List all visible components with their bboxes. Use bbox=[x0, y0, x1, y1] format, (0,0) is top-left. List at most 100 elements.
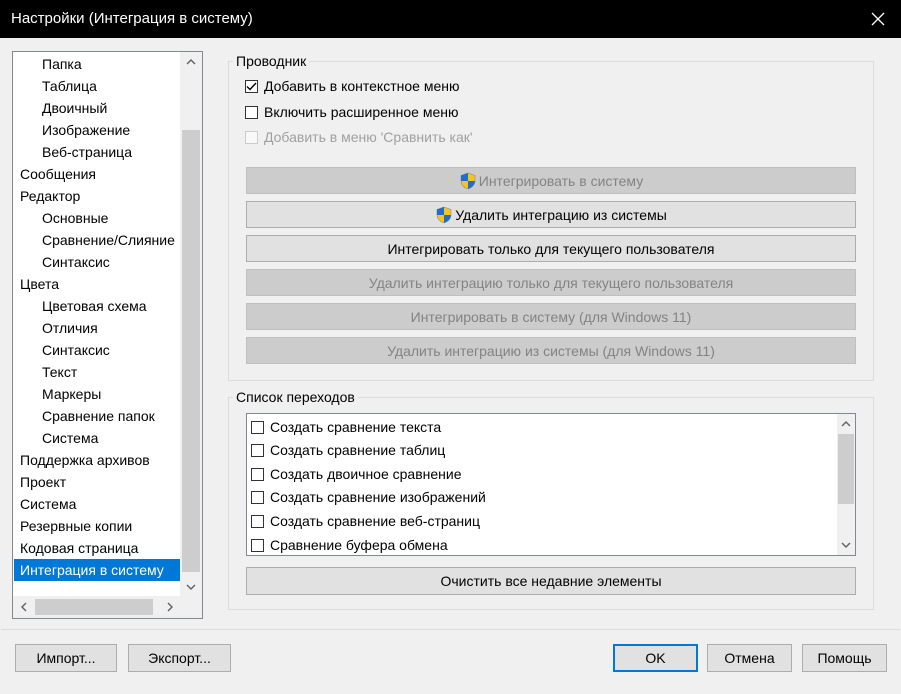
list-item[interactable]: Создать сравнение таблиц bbox=[251, 440, 445, 460]
ok-button[interactable]: OK bbox=[613, 644, 698, 672]
integrate-win11-button[interactable]: Интегрировать в систему (для Windows 11) bbox=[246, 303, 856, 330]
button-label: Удалить интеграцию из системы bbox=[455, 206, 667, 223]
option-label: Добавить в контекстное меню bbox=[264, 78, 460, 94]
export-button[interactable]: Экспорт... bbox=[128, 644, 231, 672]
button-label: Помощь bbox=[817, 650, 872, 666]
tree-item[interactable]: Система bbox=[42, 427, 98, 449]
tree-item[interactable]: Система bbox=[20, 493, 76, 515]
list-item-label: Создать сравнение таблиц bbox=[270, 442, 446, 458]
scroll-left-icon[interactable] bbox=[13, 597, 35, 617]
checkbox-icon[interactable] bbox=[245, 130, 258, 144]
clear-recent-button[interactable]: Очистить все недавние элементы bbox=[246, 567, 856, 595]
tree-item[interactable]: Маркеры bbox=[42, 383, 101, 405]
tree-vertical-scrollbar[interactable] bbox=[180, 52, 202, 597]
checkbox-icon[interactable] bbox=[251, 443, 264, 457]
checkbox-checked-icon[interactable] bbox=[245, 79, 258, 93]
tree-item[interactable]: Двоичный bbox=[42, 97, 107, 119]
scroll-down-icon[interactable] bbox=[837, 535, 855, 555]
scroll-right-icon[interactable] bbox=[159, 597, 181, 617]
tree-item[interactable]: Сравнение/Слияние bbox=[42, 229, 175, 251]
explorer-group-title: Проводник bbox=[233, 53, 310, 69]
tree-item[interactable]: Синтаксис bbox=[42, 251, 110, 273]
remove-integration-button[interactable]: Удалить интеграцию из системы bbox=[246, 201, 856, 228]
tree-item[interactable]: Текст bbox=[42, 361, 77, 383]
tree-item[interactable]: Изображение bbox=[42, 119, 130, 141]
button-label: Интегрировать только для текущего пользо… bbox=[387, 240, 715, 257]
title-bar: Настройки (Интеграция в систему) bbox=[0, 0, 901, 38]
button-label: Интегрировать в систему (для Windows 11) bbox=[410, 308, 692, 325]
list-item[interactable]: Создать сравнение веб-страниц bbox=[251, 511, 480, 531]
scroll-corner bbox=[180, 596, 202, 618]
checkbox-icon[interactable] bbox=[251, 538, 264, 552]
tree-hscroll-thumb[interactable] bbox=[35, 599, 153, 615]
button-label: Отмена bbox=[724, 650, 775, 666]
option-context-menu[interactable]: Добавить в контекстное меню bbox=[245, 76, 459, 96]
scroll-up-icon[interactable] bbox=[180, 52, 202, 72]
list-item-label: Создать сравнение изображений bbox=[270, 489, 486, 505]
list-item-label: Создать двоичное сравнение bbox=[270, 466, 462, 482]
tree-item[interactable]: Интеграция в систему bbox=[14, 559, 181, 581]
button-label: Удалить интеграцию только для текущего п… bbox=[368, 274, 734, 291]
tree-item[interactable]: Сравнение папок bbox=[42, 405, 155, 427]
tree-item[interactable]: Основные bbox=[42, 207, 108, 229]
list-item[interactable]: Создать сравнение изображений bbox=[251, 487, 486, 507]
jumplist-listbox[interactable]: Создать сравнение текста Создать сравнен… bbox=[246, 413, 856, 556]
tree-item[interactable]: Веб-страница bbox=[42, 141, 132, 163]
cancel-button[interactable]: Отмена bbox=[707, 644, 792, 672]
list-item-label: Создать сравнение текста bbox=[270, 419, 442, 435]
list-item[interactable]: Создать двоичное сравнение bbox=[251, 464, 462, 484]
option-extended-menu[interactable]: Включить расширенное меню bbox=[245, 102, 458, 122]
checkbox-icon[interactable] bbox=[245, 105, 258, 119]
list-item[interactable]: Создать сравнение текста bbox=[251, 417, 441, 437]
integrate-current-user-button[interactable]: Интегрировать только для текущего пользо… bbox=[246, 235, 856, 262]
option-label: Добавить в меню 'Сравнить как' bbox=[264, 129, 473, 145]
option-label: Включить расширенное меню bbox=[264, 104, 459, 120]
import-button[interactable]: Импорт... bbox=[15, 644, 117, 672]
settings-tree[interactable]: Папка Таблица Двоичный Изображение Веб-стран… bbox=[12, 51, 203, 619]
tree-horizontal-scrollbar[interactable] bbox=[13, 596, 181, 618]
jumplist-group-title: Список переходов bbox=[233, 389, 358, 405]
button-label: Очистить все недавние элементы bbox=[440, 573, 662, 589]
tree-item[interactable]: Сообщения bbox=[20, 163, 96, 185]
uac-shield-icon bbox=[436, 206, 452, 223]
tree-item[interactable]: Кодовая страница bbox=[20, 537, 138, 559]
close-button[interactable] bbox=[855, 0, 901, 38]
button-label: OK bbox=[645, 650, 666, 666]
integrate-system-button[interactable]: Интегрировать в систему bbox=[246, 167, 856, 194]
tree-item[interactable]: Поддержка архивов bbox=[20, 449, 150, 471]
help-button[interactable]: Помощь bbox=[802, 644, 887, 672]
button-label: Импорт... bbox=[36, 650, 96, 666]
jumplist-scrollbar[interactable] bbox=[837, 414, 855, 555]
tree-item[interactable]: Резервные копии bbox=[20, 515, 132, 537]
list-item-label: Сравнение буфера обмена bbox=[270, 537, 448, 553]
tree-item[interactable]: Цвета bbox=[20, 273, 59, 295]
scroll-down-icon[interactable] bbox=[180, 577, 202, 597]
tree-item[interactable]: Отличия bbox=[42, 317, 98, 339]
tree-item[interactable]: Папка bbox=[42, 53, 82, 75]
button-label: Интегрировать в систему bbox=[478, 172, 644, 189]
close-icon bbox=[871, 12, 885, 26]
checkbox-icon[interactable] bbox=[251, 467, 264, 481]
checkbox-icon[interactable] bbox=[251, 420, 264, 434]
button-label: Удалить интеграцию из системы (для Windo… bbox=[387, 342, 715, 359]
checkbox-icon[interactable] bbox=[251, 514, 264, 528]
scroll-up-icon[interactable] bbox=[837, 414, 855, 434]
checkbox-icon[interactable] bbox=[251, 490, 264, 504]
tree-item[interactable]: Цветовая схема bbox=[42, 295, 147, 317]
list-item[interactable]: Сравнение буфера обмена bbox=[251, 535, 448, 555]
option-compare-as-menu[interactable]: Добавить в меню 'Сравнить как' bbox=[245, 127, 473, 147]
footer-separator bbox=[1, 629, 900, 630]
tree-item[interactable]: Синтаксис bbox=[42, 339, 110, 361]
tree-scroll-thumb[interactable] bbox=[182, 130, 200, 572]
remove-win11-button[interactable]: Удалить интеграцию из системы (для Windo… bbox=[246, 337, 856, 364]
dialog-client: Папка Таблица Двоичный Изображение Веб-стран… bbox=[1, 38, 900, 693]
window-title: Настройки (Интеграция в систему) bbox=[11, 10, 253, 27]
tree-item[interactable]: Таблица bbox=[42, 75, 97, 97]
jumplist-scroll-thumb[interactable] bbox=[838, 434, 854, 504]
uac-shield-icon bbox=[460, 172, 476, 189]
remove-current-user-button[interactable]: Удалить интеграцию только для текущего п… bbox=[246, 269, 856, 296]
button-label: Экспорт... bbox=[148, 650, 211, 666]
list-item-label: Создать сравнение веб-страниц bbox=[270, 513, 480, 529]
tree-item[interactable]: Проект bbox=[20, 471, 66, 493]
tree-item[interactable]: Редактор bbox=[20, 185, 80, 207]
